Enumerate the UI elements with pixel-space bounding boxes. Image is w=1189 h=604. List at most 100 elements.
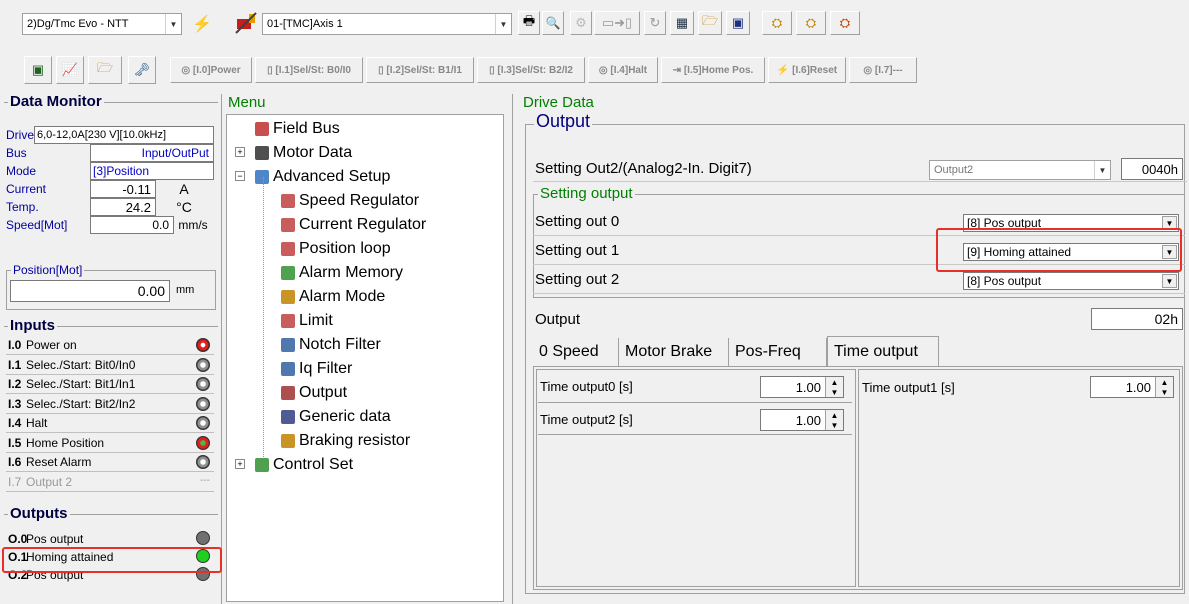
- io-button-reset[interactable]: ⚡ [I.6]Reset: [768, 57, 846, 83]
- spin-arrows-icon: ▲ ▼: [825, 410, 843, 430]
- position-loop-icon: [281, 242, 295, 256]
- drive-data-panel: Drive Data Output Setting Out2/(Analog2-…: [512, 94, 1189, 604]
- setting-out-select[interactable]: [8] Pos output ▼: [963, 272, 1179, 290]
- tool-button-1[interactable]: ⚙: [570, 11, 592, 35]
- print-button[interactable]: 🖶: [518, 11, 540, 35]
- tab-0-speed[interactable]: 0 Speed: [533, 338, 619, 366]
- parameter-icon: ▦: [675, 15, 689, 30]
- tab-time-output[interactable]: Time output: [827, 336, 939, 366]
- tab-motor-brake[interactable]: Motor Brake: [619, 338, 729, 366]
- position-unit: mm: [176, 284, 195, 296]
- tree-item-alarm-memory[interactable]: Alarm Memory: [281, 261, 403, 285]
- tool-button-3[interactable]: ↻: [644, 11, 666, 35]
- input-id: I.2: [8, 377, 22, 391]
- io-button-sel-b1[interactable]: ▯ [I.2]Sel/St: B1/I1: [366, 57, 474, 83]
- tree-item-iq-filter[interactable]: Iq Filter: [281, 357, 352, 381]
- time-output1-spinner[interactable]: 1.00 ▲ ▼: [1090, 376, 1174, 398]
- chart-button[interactable]: 📈: [56, 56, 84, 84]
- tree-item-alarm-mode[interactable]: Alarm Mode: [281, 285, 385, 309]
- time-output2-spinner[interactable]: 1.00 ▲ ▼: [760, 409, 844, 431]
- switch-icon: ▯: [267, 64, 273, 76]
- circle-icon: ◎: [598, 64, 608, 76]
- io-button-power[interactable]: ◎ [I.0]Power: [170, 57, 252, 83]
- tree-item-field-bus[interactable]: Field Bus: [255, 117, 340, 141]
- collapse-icon[interactable]: −: [235, 171, 245, 181]
- io-button-strip: ◎ [I.0]Power ▯ [I.1]Sel/St: B0/I0 ▯ [I.2…: [170, 57, 960, 83]
- input-label: Power on: [26, 338, 77, 352]
- tree-item-limit[interactable]: Limit: [281, 309, 333, 333]
- tree-items: Field Bus Motor Data + Advanced Setup − Speed…: [227, 115, 503, 601]
- print-preview-button[interactable]: 🔍: [542, 11, 564, 35]
- position-value: 0.00: [10, 280, 170, 302]
- tree-item-speed-regulator[interactable]: Speed Regulator: [281, 189, 419, 213]
- output-id: O.0: [8, 532, 28, 546]
- output-group-title: Output: [534, 111, 593, 131]
- chevron-down-icon: ▼: [165, 14, 181, 34]
- chevron-down-icon: ▼: [495, 14, 511, 34]
- tool-button-2[interactable]: ▭➜▯: [594, 11, 640, 35]
- setting-out2-label: Setting Out2/(Analog2-In. Digit7): [535, 160, 752, 177]
- input-label: Halt: [26, 416, 48, 430]
- tree-item-advanced-setup[interactable]: Advanced Setup: [255, 165, 390, 189]
- tree-item-motor-data[interactable]: Motor Data: [255, 141, 352, 165]
- motor-icon: ⛭: [771, 15, 783, 30]
- open-folder-button[interactable]: 🗁: [698, 11, 722, 35]
- tree-item-output[interactable]: Output: [281, 381, 347, 405]
- homing-setting-highlight: [936, 228, 1182, 272]
- motor-tool-button-1[interactable]: ⛭: [762, 11, 792, 35]
- connect-button[interactable]: [232, 8, 260, 38]
- tree-item-notch-filter[interactable]: Notch Filter: [281, 333, 381, 357]
- input-state-dash: ---: [200, 474, 210, 486]
- tree-connector-line: [263, 177, 264, 457]
- setting-out2-combo[interactable]: Output2 ▼: [929, 160, 1111, 180]
- io-button-halt[interactable]: ◎ [I.4]Halt: [588, 57, 658, 83]
- monitor-button[interactable]: ▣: [24, 56, 52, 84]
- input-label: Selec./Start: Bit0/In0: [26, 357, 136, 372]
- data-monitor-title: Data Monitor: [8, 93, 104, 110]
- tree-item-generic-data[interactable]: Generic data: [281, 405, 391, 429]
- expand-icon[interactable]: +: [235, 147, 245, 157]
- tree-item-label: Alarm Memory: [299, 264, 404, 281]
- output-value: 02h: [1091, 308, 1183, 330]
- save-button[interactable]: ▣: [726, 11, 750, 35]
- key-button[interactable]: 🗝: [128, 56, 156, 84]
- monitor-label: Current: [6, 182, 47, 196]
- io-button-home[interactable]: ⇥ [I.5]Home Pos.: [661, 57, 765, 83]
- io-button-sel-b0[interactable]: ▯ [I.1]Sel/St: B0/I0: [255, 57, 363, 83]
- monitor-label: Temp.: [6, 200, 39, 214]
- tree-item-braking-resistor[interactable]: Braking resistor: [281, 429, 410, 453]
- temp-unit: °C: [176, 199, 192, 215]
- input-row: I.6 Reset Alarm: [6, 453, 214, 472]
- link-disabled-button[interactable]: ⚡: [190, 11, 214, 37]
- output-tabs: 0 Speed Motor Brake Pos-Freq Time output: [533, 336, 1185, 366]
- chart-folder-button[interactable]: 🗁: [88, 56, 122, 84]
- tree-item-position-loop[interactable]: Position loop: [281, 237, 391, 261]
- monitor-label: Mode: [6, 164, 37, 178]
- menu-tree: Field Bus Motor Data + Advanced Setup − Speed…: [226, 114, 504, 602]
- motor-tool-button-3[interactable]: ⛭: [830, 11, 860, 35]
- device-combo[interactable]: 2)Dg/Tmc Evo - NTT ▼: [22, 13, 182, 35]
- input-led-icon: [196, 377, 210, 391]
- alarm-mode-icon: [281, 290, 295, 304]
- chevron-down-icon: ▼: [1094, 161, 1110, 179]
- tree-item-control-set[interactable]: Control Set: [255, 453, 353, 477]
- tab-pos-freq[interactable]: Pos-Freq: [729, 338, 827, 366]
- input-led-icon: [196, 416, 210, 430]
- output-label: Output: [535, 310, 581, 328]
- input-label: Output 2: [26, 474, 73, 489]
- expand-icon[interactable]: +: [235, 459, 245, 469]
- motor-icon: [255, 146, 269, 160]
- io-button-sel-b2[interactable]: ▯ [I.3]Sel/St: B2/I2: [477, 57, 585, 83]
- tree-item-label: Output: [299, 384, 348, 401]
- time-output0-spinner[interactable]: 1.00 ▲ ▼: [760, 376, 844, 398]
- input-row: I.3 Selec./Start: Bit2/In2: [6, 394, 214, 414]
- axis-combo[interactable]: 01-[TMC]Axis 1 ▼: [262, 13, 512, 35]
- key-icon: 🗝: [133, 62, 151, 77]
- tool-button-4[interactable]: ▦: [670, 11, 694, 35]
- spin-arrows-icon: ▲ ▼: [825, 377, 843, 397]
- motor-tool-button-2[interactable]: ⛭: [796, 11, 826, 35]
- input-id: I.7: [8, 474, 22, 489]
- tree-item-current-regulator[interactable]: Current Regulator: [281, 213, 426, 237]
- speed-unit: mm/s: [178, 218, 208, 232]
- io-button-i7[interactable]: ◎ [I.7]---: [849, 57, 917, 83]
